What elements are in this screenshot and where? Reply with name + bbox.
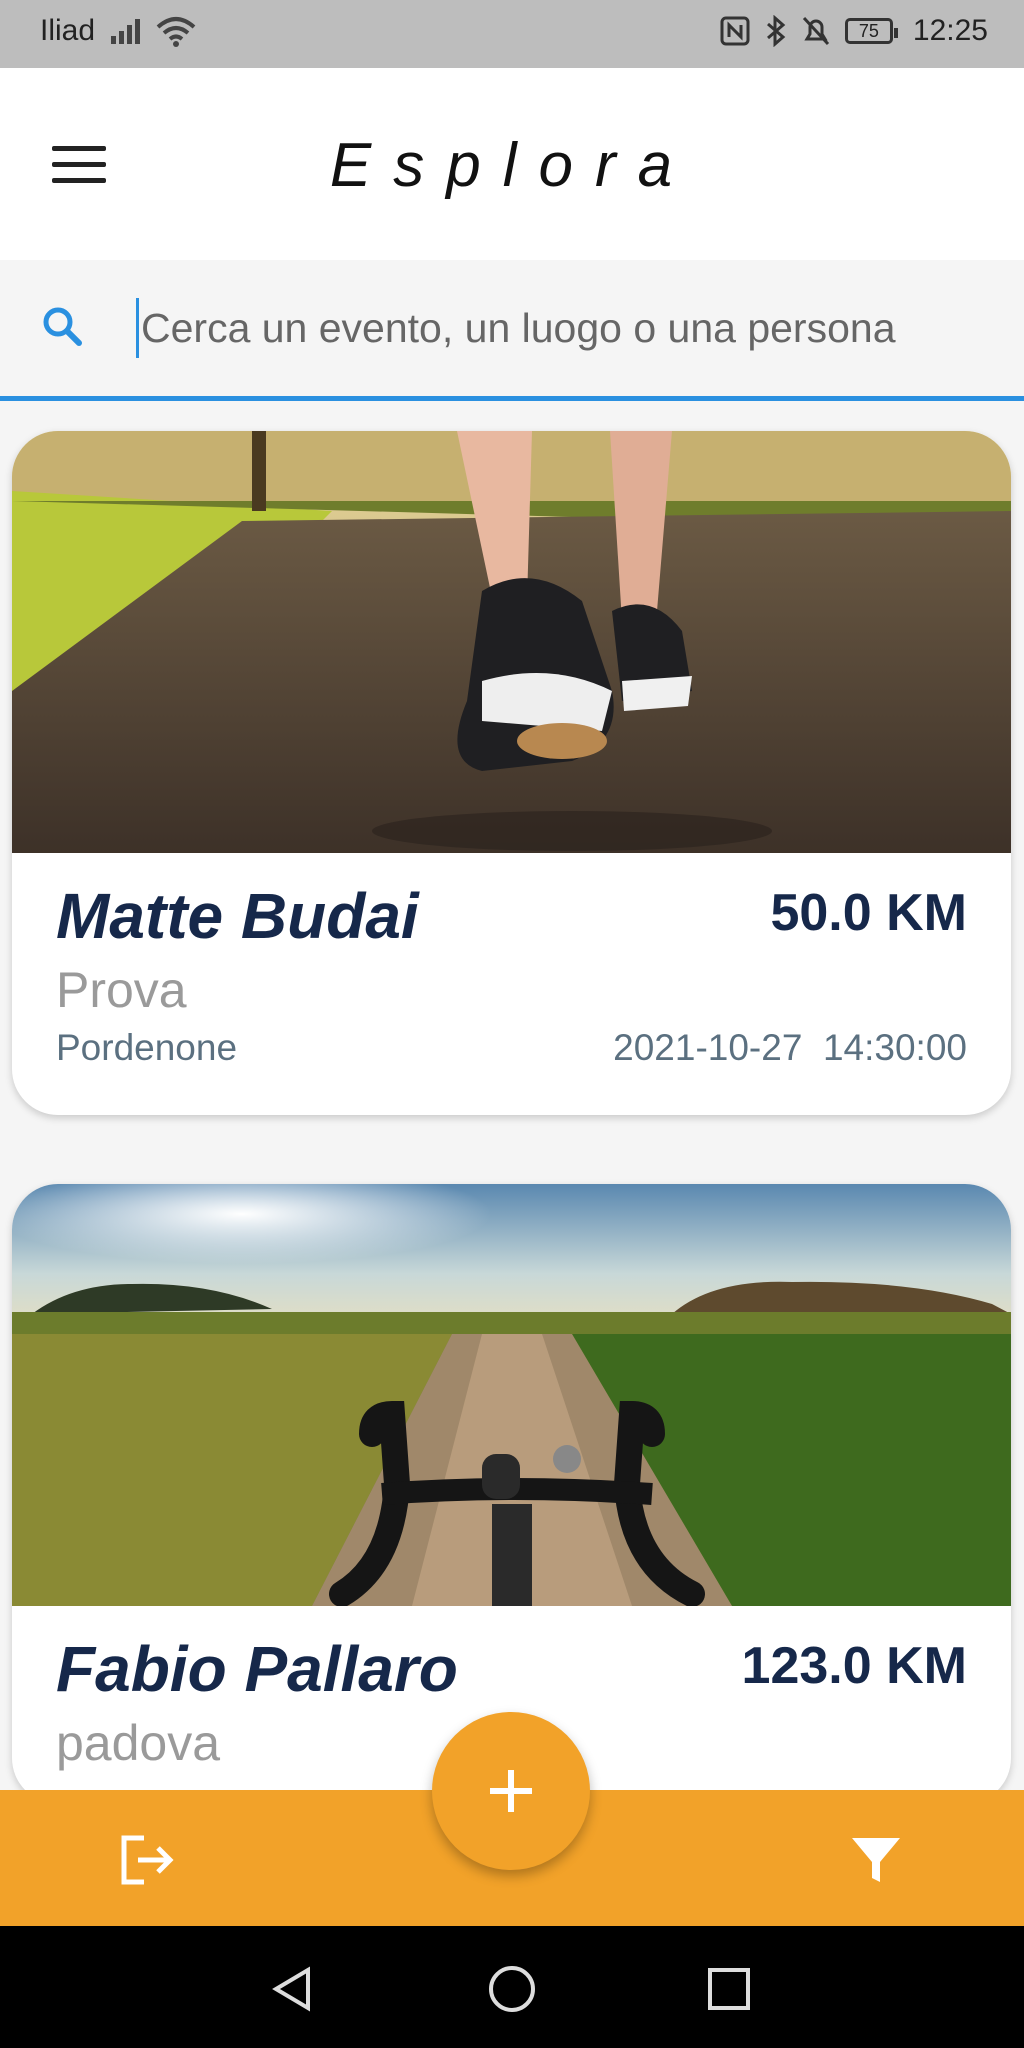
signal-icon <box>111 18 141 44</box>
event-time: 14:30:00 <box>822 1027 967 1068</box>
event-distance: 50.0 KM <box>770 884 967 942</box>
event-card[interactable]: Fabio Pallaro 123.0 KM padova <box>12 1184 1011 1804</box>
battery-level: 75 <box>858 20 879 41</box>
wifi-icon <box>156 17 196 47</box>
event-description: padova <box>56 1715 221 1771</box>
back-triangle-icon[interactable] <box>268 1964 318 2014</box>
event-image <box>12 1184 1011 1606</box>
event-place: Pordenone <box>56 1027 238 1068</box>
event-datetime: 2021-10-27 14:30:00 <box>613 1027 967 1069</box>
carrier-label: Iliad <box>40 14 96 47</box>
app-bar: Esplora <box>0 68 1024 260</box>
home-circle-icon[interactable] <box>487 1964 537 2014</box>
event-description: Prova <box>56 962 187 1018</box>
system-navigation-bar <box>0 1926 1024 2048</box>
event-organizer: Matte Budai <box>56 880 419 952</box>
add-event-button[interactable] <box>432 1712 590 1870</box>
logout-icon[interactable] <box>116 1830 176 1890</box>
filter-icon[interactable] <box>846 1830 906 1890</box>
event-date: 2021-10-27 <box>613 1027 803 1068</box>
event-distance: 123.0 KM <box>741 1637 967 1695</box>
search-bar <box>0 262 1024 401</box>
event-organizer: Fabio Pallaro <box>56 1633 458 1705</box>
status-bar: Iliad 75 12:25 <box>0 0 1024 68</box>
bluetooth-icon <box>766 15 786 47</box>
plus-icon <box>490 1770 532 1812</box>
event-image <box>12 431 1011 853</box>
page-title: Esplora <box>329 131 695 200</box>
search-icon[interactable] <box>42 306 82 346</box>
battery-icon: 75 <box>844 18 898 44</box>
clock: 12:25 <box>912 14 988 47</box>
nfc-icon <box>720 16 750 46</box>
recents-square-icon[interactable] <box>704 1964 754 2014</box>
event-card[interactable]: Matte Budai 50.0 KM Prova Pordenone 2021… <box>12 431 1011 1115</box>
search-input[interactable] <box>136 298 991 358</box>
mute-bell-icon <box>802 16 830 46</box>
